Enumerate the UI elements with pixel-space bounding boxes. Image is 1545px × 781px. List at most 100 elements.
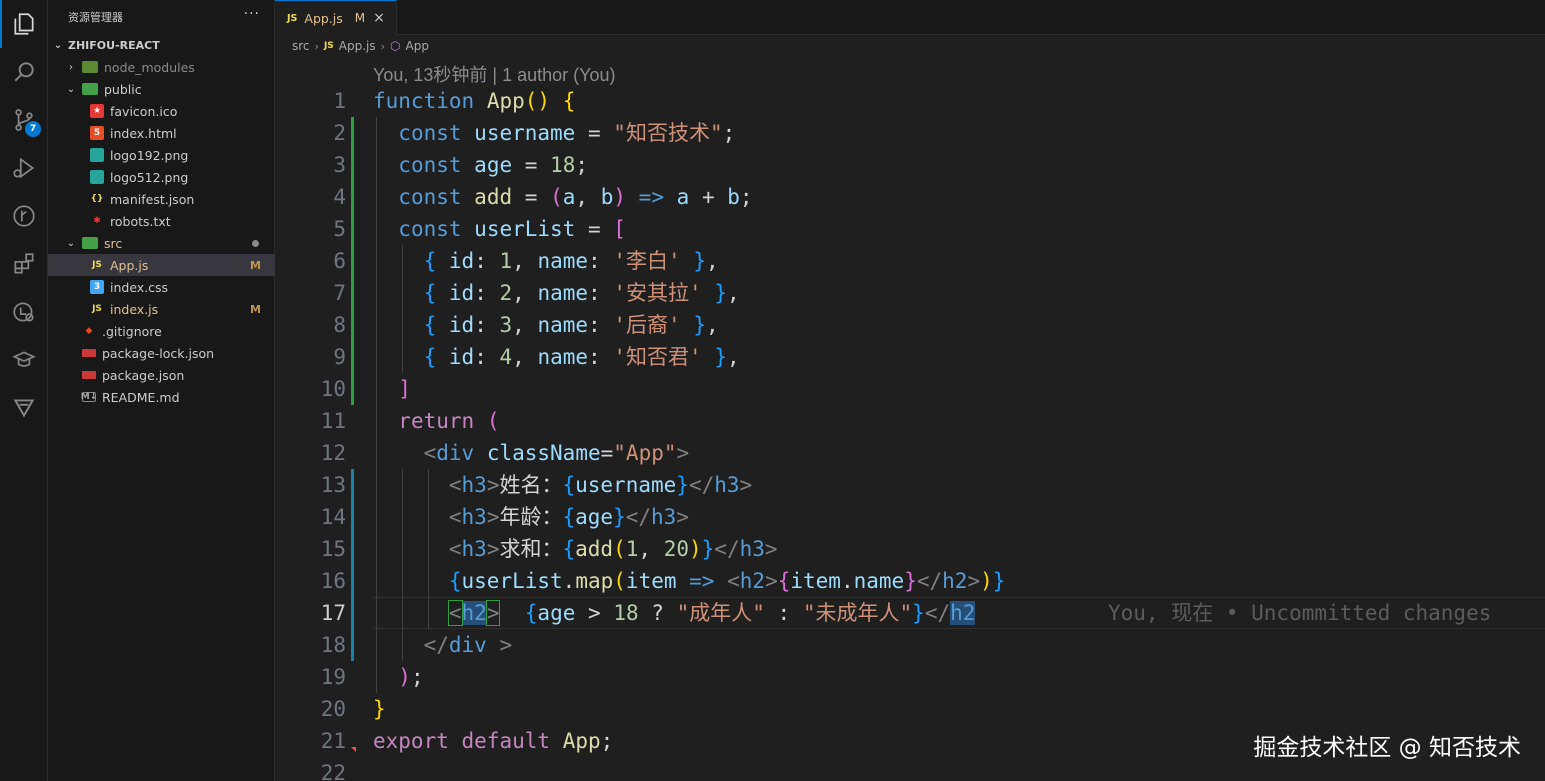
search-icon[interactable] [0,48,48,96]
line-number: 3 [333,153,346,177]
code-line-current: <h2> {age > 18 ? "成年人" : "未成年人"}</h2 [447,600,976,626]
tree-item-app-js[interactable]: JS App.js M [48,254,275,276]
tree-item-label: index.html [110,125,177,141]
tree-item-label: node_modules [104,59,195,75]
symbol-cube-icon: ⬡ [390,39,401,53]
robots-icon: ✱ [93,216,101,226]
tree-item-package-lock[interactable]: package-lock.json [48,342,275,364]
tree-item-index-html[interactable]: 5 index.html [48,122,275,144]
tree-item-logo192[interactable]: logo192.png [48,144,275,166]
tree-item-label: favicon.ico [110,103,178,119]
code-line: <h3>姓名：{username}</h3> [448,473,753,497]
js-icon: JS [92,260,102,270]
explorer-icon[interactable] [0,0,48,48]
line-number: 14 [320,505,346,529]
line-number: 2 [333,121,346,145]
tree-item-logo512[interactable]: logo512.png [48,166,275,188]
line-number: 12 [320,441,346,465]
source-control-icon[interactable]: 7 [0,96,48,144]
tree-item-label: logo192.png [110,147,189,163]
tree-item-label: logo512.png [110,169,189,185]
folder-public-icon [82,83,98,95]
tree-item-package-json[interactable]: package.json [48,364,275,386]
code-line: { id: 2, name: '安其拉' }, [423,281,740,305]
line-number: 22 [320,761,346,781]
learn-icon[interactable] [0,336,48,384]
tab-modified-badge: M [354,11,366,25]
line-number: 11 [320,409,346,433]
tree-item-gitignore[interactable]: ◆ .gitignore [48,320,275,342]
tree-item-node-modules[interactable]: › node_modules [48,56,275,78]
explorer-title: 资源管理器 [68,11,123,24]
line-number: 16 [320,569,346,593]
line-number: 18 [320,633,346,657]
json-icon: {} [90,194,104,204]
git-graph-icon[interactable] [0,192,48,240]
markdown-icon: M↓ [80,392,98,402]
tree-item-public[interactable]: ⌄ public [48,78,275,100]
tree-item-index-css[interactable]: 3 index.css [48,276,275,298]
chevron-down-icon: ⌄ [66,237,76,249]
tree-item-label: index.css [110,279,169,295]
code-line: ] [398,377,411,401]
tab-app-js[interactable]: JS App.js M × [275,0,397,35]
line-number: 20 [320,697,346,721]
line-number-current: 17 [320,601,346,625]
tree-item-favicon[interactable]: ★ favicon.ico [48,100,275,122]
line-number: 5 [333,217,346,241]
tree-item-label: manifest.json [110,191,195,207]
codelens-blame[interactable]: You, 13秒钟前 | 1 author (You) [373,61,616,87]
project-name: ZHIFOU-REACT [68,38,160,52]
bookmark-icon[interactable] [0,384,48,432]
tree-item-robots[interactable]: ✱ robots.txt [48,210,275,232]
code-line: return ( [398,409,500,433]
breadcrumb-folder[interactable]: src [292,39,310,53]
code-line: </div > [423,633,513,657]
code-line: } [373,697,386,721]
tree-item-readme[interactable]: M↓ README.md [48,386,275,408]
project-header[interactable]: ⌄ ZHIFOU-REACT [48,34,275,56]
code-line: function App() { [373,89,576,113]
close-icon[interactable]: × [373,10,385,26]
tree-item-label: package.json [102,367,185,383]
tree-item-label: index.js [110,301,159,317]
line-number: 9 [333,345,346,369]
tree-item-src[interactable]: ⌄ src [48,232,275,254]
remote-explorer-icon[interactable] [0,288,48,336]
code-line: { id: 3, name: '后裔' }, [423,313,719,337]
image-icon [90,170,104,184]
breadcrumb-symbol[interactable]: App [406,39,429,53]
gutter-deleted-marker [351,747,356,752]
line-number: 6 [333,249,346,273]
tree-item-label: package-lock.json [102,345,215,361]
code-editor[interactable]: You, 13秒钟前 | 1 author (You) 1 2 3 4 5 6 … [276,56,1545,781]
tree-item-index-js[interactable]: JS index.js M [48,298,275,320]
line-number: 10 [320,377,346,401]
favicon-icon: ★ [90,104,104,118]
line-number: 7 [333,281,346,305]
code-line: export default App; [373,729,614,753]
npm-icon [82,371,96,379]
run-debug-icon[interactable] [0,144,48,192]
extensions-icon[interactable] [0,240,48,288]
file-tree: › node_modules ⌄ public ★ favicon.ico 5 … [48,56,275,408]
source-control-badge: 7 [25,121,41,137]
more-actions-button[interactable]: ··· [244,6,260,22]
gutter-added-marker [351,117,354,405]
tree-item-label: README.md [102,389,180,405]
line-number: 19 [320,665,346,689]
code-line: <h3>求和：{add(1, 20)}</h3> [448,537,778,561]
code-line: <h3>年龄：{age}</h3> [448,505,689,529]
git-icon: ◆ [85,326,93,336]
tree-item-manifest[interactable]: {} manifest.json [48,188,275,210]
js-icon: JS [323,41,334,51]
tree-item-label: App.js [110,257,149,273]
breadcrumb-file[interactable]: App.js [339,39,376,53]
modified-dot [252,239,259,247]
chevron-down-icon: ⌄ [66,83,76,95]
image-icon [90,148,104,162]
explorer-sidebar: 资源管理器 ··· ⌄ ZHIFOU-REACT › node_modules … [48,0,275,781]
line-number: 4 [333,185,346,209]
line-number: 13 [320,473,346,497]
chevron-down-icon: ⌄ [53,39,63,51]
